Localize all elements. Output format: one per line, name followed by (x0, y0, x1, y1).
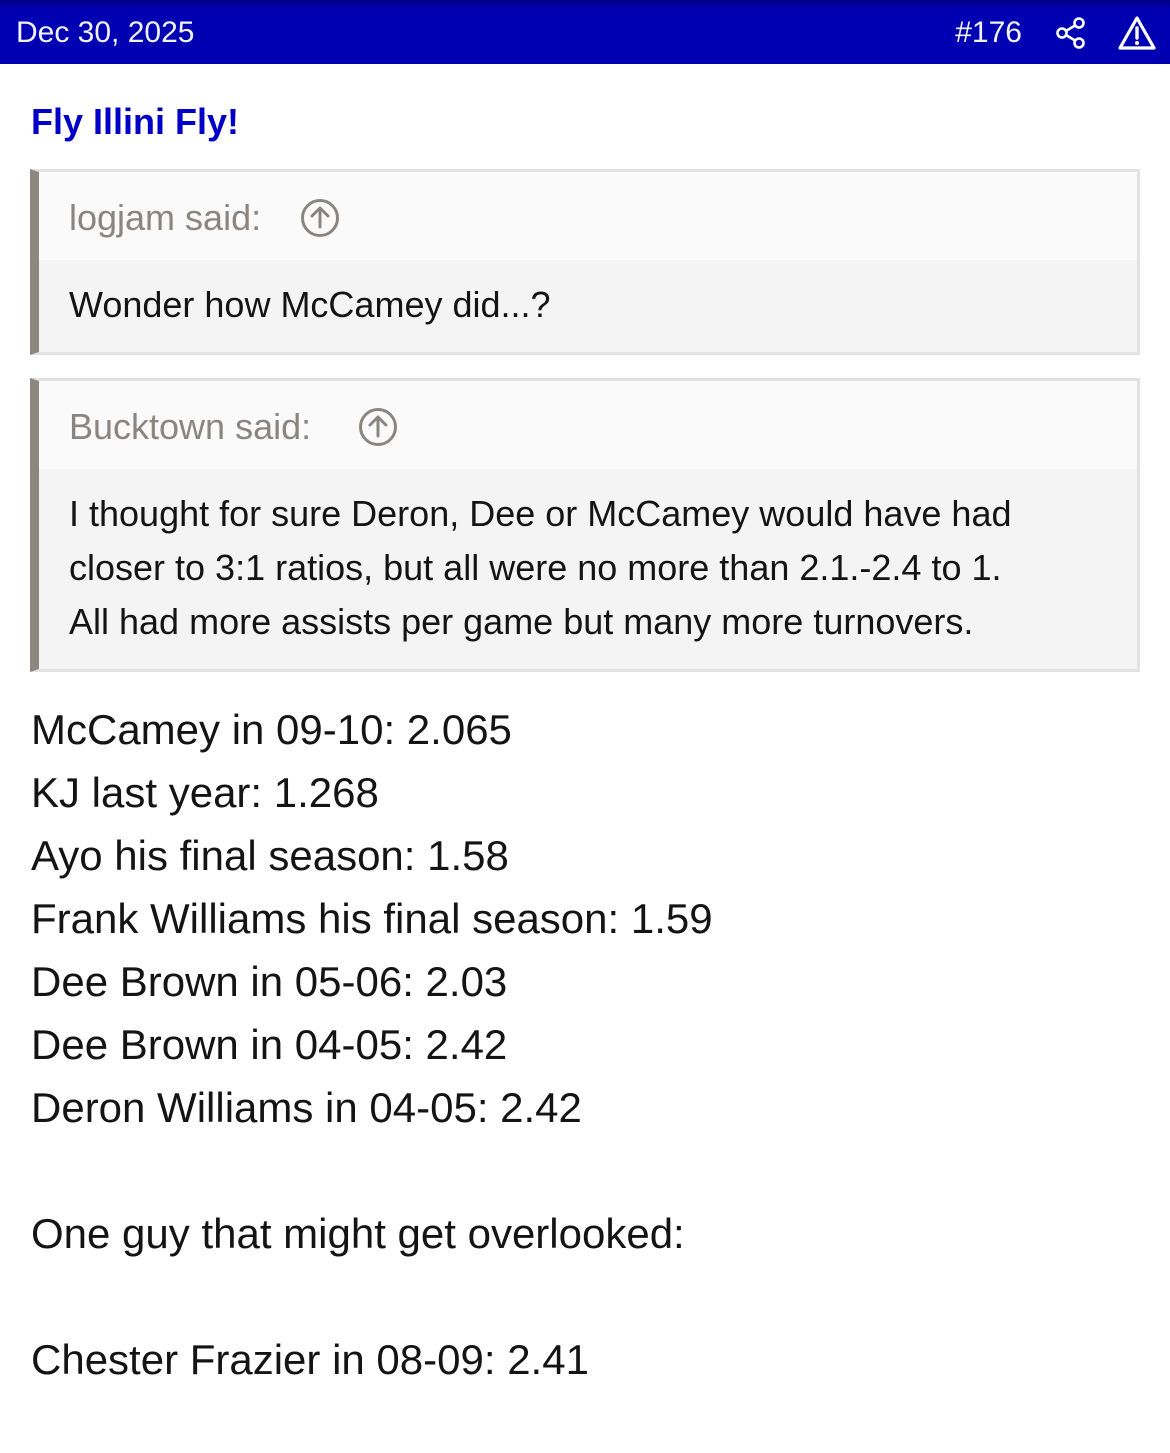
warning-icon[interactable] (1117, 15, 1157, 51)
quote-block-logjam: logjam said: Wonder how McCamey did...? (30, 169, 1140, 355)
quote-text: I thought for sure Deron, Dee or McCamey… (39, 469, 1137, 669)
post-signature-title: Fly Illini Fly! (31, 101, 240, 142)
arrow-up-circle-icon[interactable] (357, 406, 399, 448)
quote-author-link[interactable]: Bucktown said: (69, 405, 311, 449)
quote-text-line: I thought for sure Deron, Dee or McCamey… (69, 493, 1012, 534)
message-line: Dee Brown in 04-05: 2.42 (31, 1021, 508, 1068)
quote-author-link[interactable]: logjam said: (69, 196, 261, 240)
message-line: McCamey in 09-10: 2.065 (31, 706, 512, 753)
message-line: Frank Williams his final season: 1.59 (31, 895, 713, 942)
quote-text-line: closer to 3:1 ratios, but all were no mo… (69, 547, 1002, 588)
quote-block-bucktown: Bucktown said: I thought for sure Deron,… (30, 378, 1140, 672)
post-message-body: McCamey in 09-10: 2.065 KJ last year: 1.… (31, 698, 1131, 1391)
quote-header: logjam said: (39, 172, 1137, 260)
post-date[interactable]: Dec 30, 2025 (16, 15, 194, 51)
overlooked-line: Chester Frazier in 08-09: 2.41 (31, 1336, 589, 1383)
message-line: KJ last year: 1.268 (31, 769, 379, 816)
message-line: Deron Williams in 04-05: 2.42 (31, 1084, 582, 1131)
post-page: Dec 30, 2025 #176 Fly Illini Fly! logjam… (0, 0, 1170, 1453)
quote-text-line: All had more assists per game but many m… (69, 601, 974, 642)
message-line: Ayo his final season: 1.58 (31, 832, 509, 879)
post-number-link[interactable]: #176 (955, 15, 1022, 51)
arrow-up-circle-icon[interactable] (299, 197, 341, 239)
share-icon[interactable] (1054, 16, 1088, 50)
overlooked-intro: One guy that might get overlooked: (31, 1210, 685, 1257)
quote-header: Bucktown said: (39, 381, 1137, 469)
message-line: Dee Brown in 05-06: 2.03 (31, 958, 508, 1005)
post-header-bar: Dec 30, 2025 #176 (0, 0, 1170, 64)
quote-text: Wonder how McCamey did...? (69, 284, 551, 325)
